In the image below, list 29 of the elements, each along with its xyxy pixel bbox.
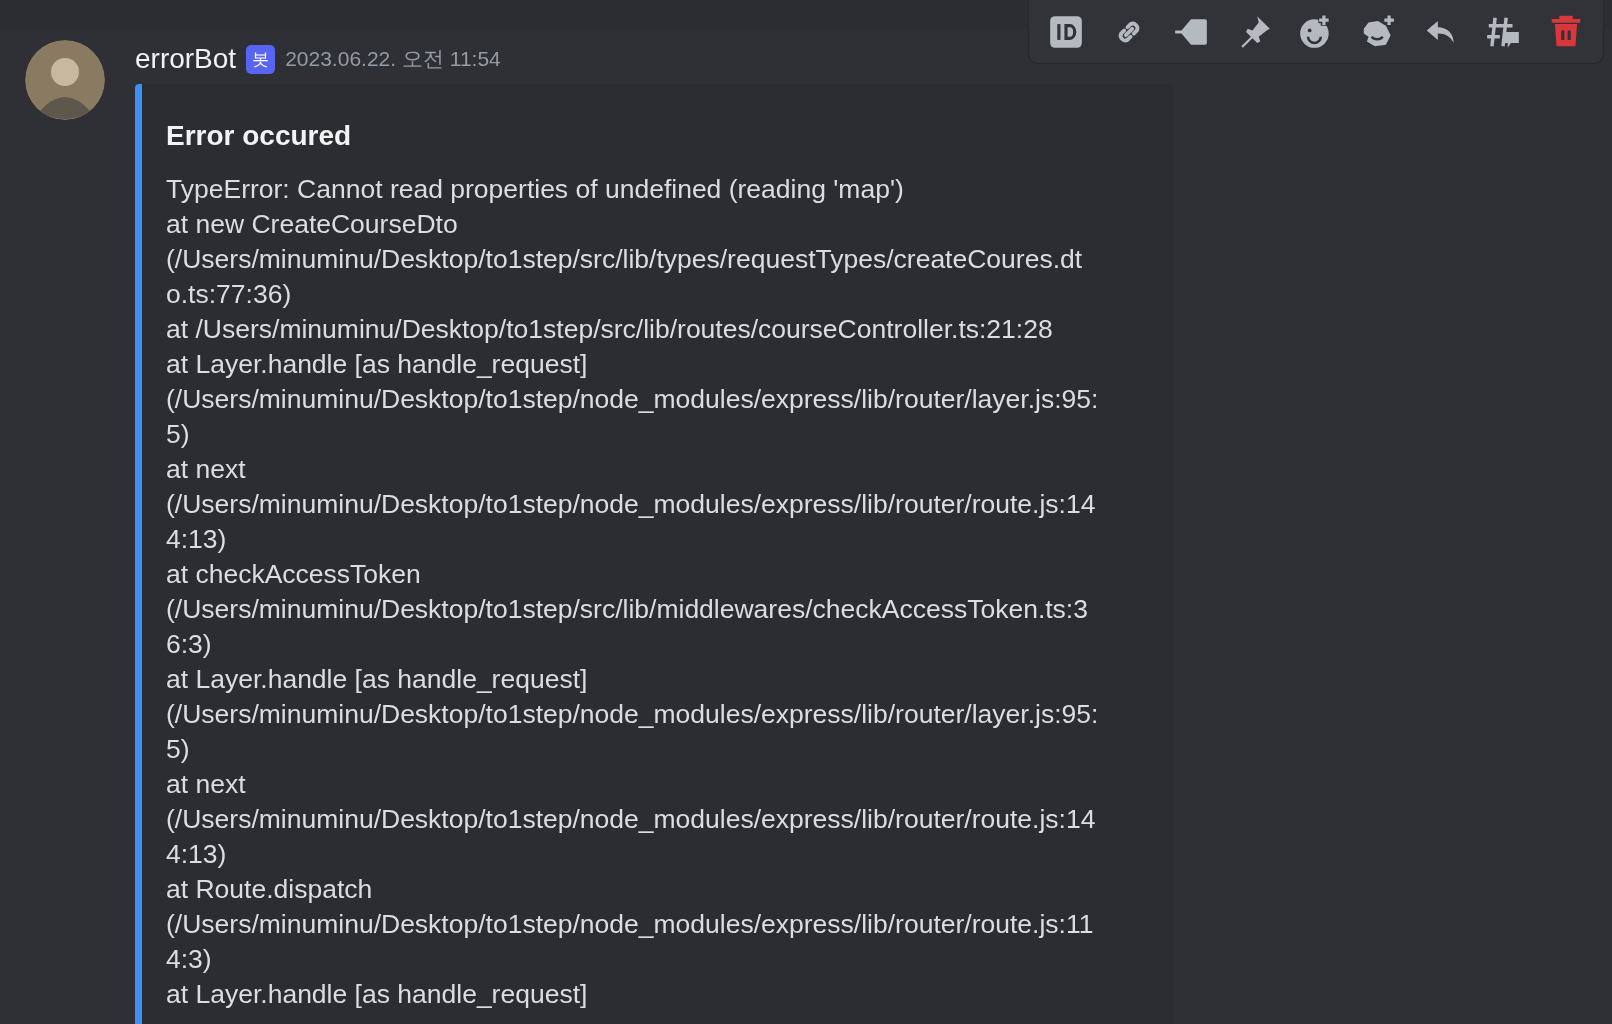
error-line: 5) bbox=[166, 732, 191, 766]
error-line: (/Users/minuminu/Desktop/to1step/src/lib/types/requestTypes/createCoures.dt bbox=[166, 242, 1084, 276]
error-line: (/Users/minuminu/Desktop/to1step/node_modules/express/lib/router/route.js:14 bbox=[166, 487, 1097, 521]
error-line: at next bbox=[166, 452, 247, 486]
avatar[interactable] bbox=[25, 40, 105, 120]
error-line: (/Users/minuminu/Desktop/to1step/node_modules/express/lib/router/route.js:14 bbox=[166, 802, 1097, 836]
error-line: at checkAccessToken bbox=[166, 557, 422, 591]
error-line: at Route.dispatch bbox=[166, 872, 374, 906]
error-line: 6:3) bbox=[166, 627, 213, 661]
error-line: 4:13) bbox=[166, 522, 228, 556]
error-line: 4:13) bbox=[166, 837, 228, 871]
error-line: (/Users/minuminu/Desktop/to1step/node_modules/express/lib/router/route.js:11 bbox=[166, 907, 1095, 941]
embed-title: Error occured bbox=[166, 119, 353, 152]
error-line: TypeError: Cannot read properties of undefined (reading 'map') bbox=[166, 172, 905, 206]
error-line: at Layer.handle [as handle_request] bbox=[166, 977, 589, 1011]
error-line: at Layer.handle [as handle_request] bbox=[166, 347, 589, 381]
error-line: at Layer.handle [as handle_request] bbox=[166, 662, 589, 696]
timestamp: 2023.06.22. 오전 11:54 bbox=[285, 46, 501, 73]
error-line: (/Users/minuminu/Desktop/to1step/node_modules/express/lib/router/layer.js:95: bbox=[166, 697, 1100, 731]
error-line: 5) bbox=[166, 417, 191, 451]
error-line: (/Users/minuminu/Desktop/to1step/node_modules/express/lib/router/layer.js:95: bbox=[166, 382, 1100, 416]
bot-badge: 봇 bbox=[246, 44, 276, 74]
error-line: at new CreateCourseDto bbox=[166, 207, 459, 241]
error-line: at next bbox=[166, 767, 247, 801]
error-line: at /Users/minuminu/Desktop/to1step/src/lib/routes/courseController.ts:21:28 bbox=[166, 312, 1054, 346]
error-line: 4:3) bbox=[166, 942, 213, 976]
author-name[interactable]: errorBot bbox=[135, 43, 237, 76]
error-line: (/Users/minuminu/Desktop/to1step/src/lib/middlewares/checkAccessToken.ts:3 bbox=[166, 592, 1089, 626]
error-line: o.ts:77:36) bbox=[166, 277, 293, 311]
